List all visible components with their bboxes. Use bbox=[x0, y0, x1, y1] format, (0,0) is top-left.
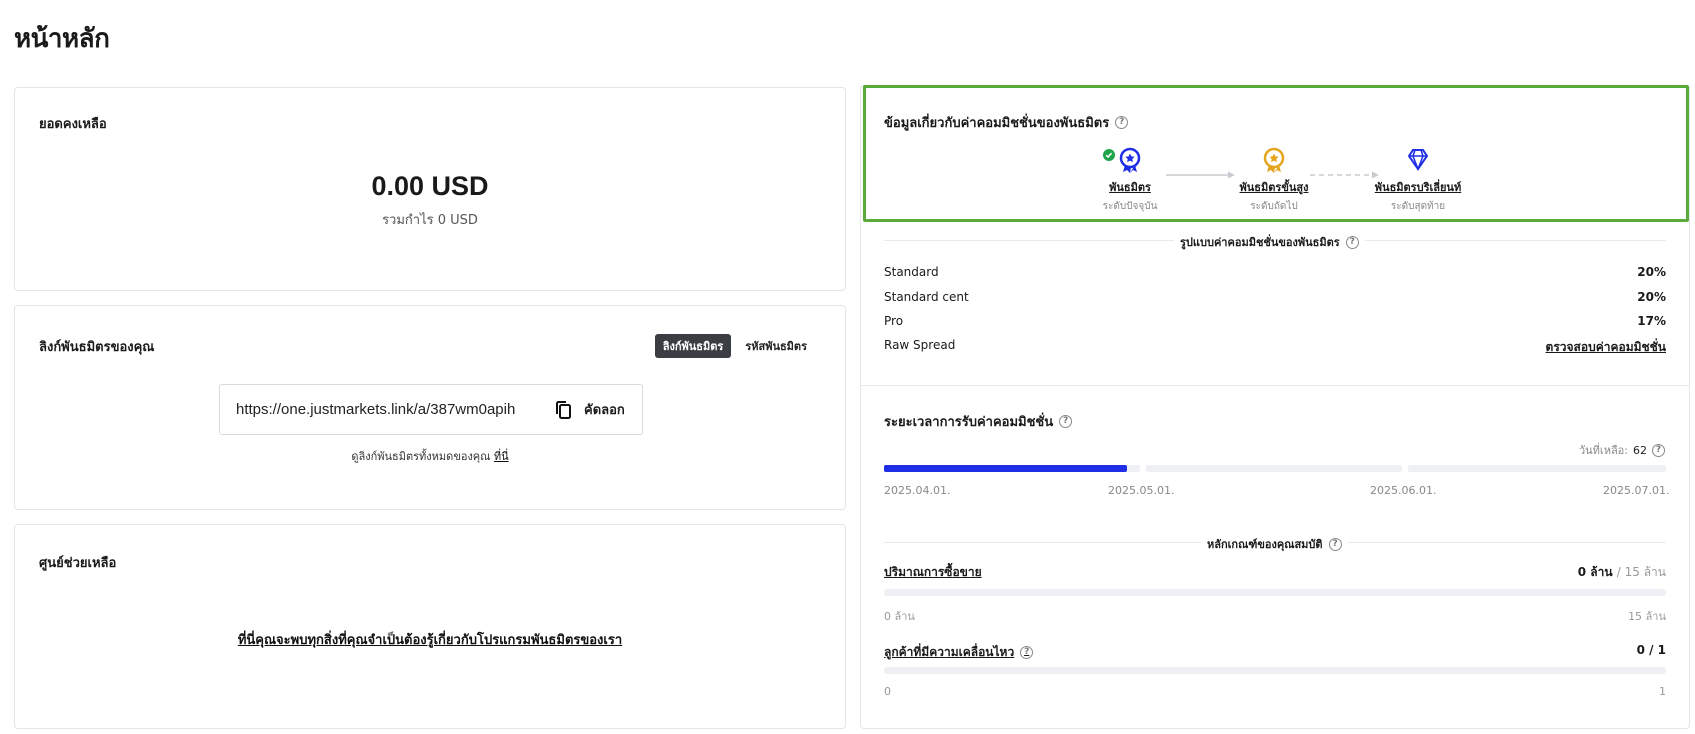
rate-row: Standard 20% bbox=[884, 265, 1666, 279]
copy-icon[interactable] bbox=[554, 400, 574, 420]
period-date: 2025.04.01. bbox=[884, 484, 951, 497]
scale-min: 0 ล้าน bbox=[884, 610, 915, 623]
help-icon[interactable]: ? bbox=[1020, 646, 1034, 659]
commission-period-title: ระยะเวลาการรับค่าคอมมิชชั่น bbox=[884, 415, 1054, 430]
days-remaining-value: 62 bbox=[1633, 443, 1647, 457]
active-clients-name[interactable]: ลูกค้าที่มีความเคลื่อนไหว bbox=[884, 643, 1014, 662]
copy-button[interactable]: คัดลอก bbox=[584, 399, 625, 420]
balance-title: ยอดคงเหลือ bbox=[39, 117, 107, 132]
active-clients-bar bbox=[884, 667, 1666, 674]
help-icon[interactable]: ? bbox=[1345, 235, 1359, 249]
page-title: หน้าหลัก bbox=[14, 24, 110, 54]
rate-value: 20% bbox=[1637, 265, 1666, 279]
help-center-card: ศูนย์ช่วยเหลือ ที่นี่คุณจะพบทุกสิ่งที่คุ… bbox=[14, 524, 846, 729]
period-segment-3 bbox=[1408, 465, 1666, 472]
rate-name: Pro bbox=[884, 314, 904, 328]
tier-status: ระดับสุดท้าย bbox=[1390, 201, 1446, 212]
commission-period-heading: ระยะเวลาการรับค่าคอมมิชชั่น ? bbox=[884, 411, 1073, 432]
trading-volume-current: 0 ล้าน bbox=[1577, 565, 1613, 579]
help-icon[interactable]: ? bbox=[1059, 415, 1073, 428]
trading-volume-label[interactable]: ปริมาณการซื้อขาย bbox=[884, 563, 982, 582]
affiliate-link-url[interactable]: https://one.justmarkets.link/a/387wm0api… bbox=[236, 401, 554, 418]
period-progress-fill bbox=[884, 465, 1128, 472]
tier-status: ระดับถัดไป bbox=[1250, 201, 1298, 212]
rate-name: Raw Spread bbox=[884, 338, 956, 352]
days-remaining: วันที่เหลือ: 62 ? bbox=[1579, 441, 1665, 459]
check-icon bbox=[1103, 146, 1115, 165]
medal-icon bbox=[1116, 146, 1144, 174]
section-divider bbox=[861, 385, 1689, 386]
link-type-toggle: ลิงก์พันธมิตร รหัสพันธมิตร bbox=[654, 334, 815, 358]
all-links-link[interactable]: ที่นี่ bbox=[494, 450, 509, 463]
rate-row: Raw Spread ตรวจสอบค่าคอมมิชชั่น bbox=[884, 338, 1666, 357]
active-clients-row: ลูกค้าที่มีความเคลื่อนไหว ? 0 / 1 bbox=[884, 643, 1666, 662]
tier-status: ระดับปัจจุบัน bbox=[1102, 201, 1158, 212]
trading-volume-bar bbox=[884, 589, 1666, 596]
affiliate-link-card: ลิงก์พันธมิตรของคุณ ลิงก์พันธมิตร รหัสพั… bbox=[14, 305, 846, 510]
rate-name: Standard cent bbox=[884, 290, 969, 304]
criteria-title: หลักเกณฑ์ของคุณสมบัติ bbox=[1207, 538, 1323, 551]
check-commission-link[interactable]: ตรวจสอบค่าคอมมิชชั่น bbox=[1546, 338, 1666, 357]
help-icon[interactable]: ? bbox=[1115, 116, 1129, 129]
rate-name: Standard bbox=[884, 265, 939, 279]
help-center-title: ศูนย์ช่วยเหลือ bbox=[39, 556, 117, 571]
scale-max: 15 ล้าน bbox=[1628, 610, 1666, 623]
trading-volume-row: ปริมาณการซื้อขาย 0 ล้าน / 15 ล้าน bbox=[884, 563, 1666, 582]
help-icon[interactable]: ? bbox=[1652, 443, 1665, 457]
tab-affiliate-code[interactable]: รหัสพันธมิตร bbox=[737, 334, 815, 358]
scale-max: 1 bbox=[1659, 685, 1666, 698]
total-profit: รวมกำไร 0 USD bbox=[382, 213, 478, 228]
active-clients-label: ลูกค้าที่มีความเคลื่อนไหว ? bbox=[884, 643, 1034, 662]
tab-affiliate-link[interactable]: ลิงก์พันธมิตร bbox=[654, 334, 732, 358]
active-clients-scale: 0 1 bbox=[884, 685, 1666, 698]
rate-value: 17% bbox=[1637, 314, 1666, 328]
trading-volume-value: 0 ล้าน / 15 ล้าน bbox=[1578, 563, 1666, 582]
balance-amount: 0.00 USD bbox=[371, 171, 489, 201]
rates-title: รูปแบบค่าคอมมิชชั่นของพันธมิตร bbox=[1180, 236, 1340, 249]
active-clients-value: 0 / 1 bbox=[1636, 643, 1666, 657]
all-links-text: ดูลิงก์พันธมิตรทั้งหมดของคุณ bbox=[351, 450, 491, 463]
period-segment-1 bbox=[884, 465, 1140, 472]
period-date: 2025.05.01. bbox=[1108, 484, 1175, 497]
criteria-heading: หลักเกณฑ์ของคุณสมบัติ ? bbox=[1201, 535, 1348, 553]
all-links-note: ดูลิงก์พันธมิตรทั้งหมดของคุณ ที่นี่ bbox=[15, 447, 845, 465]
rate-value: 20% bbox=[1637, 290, 1666, 304]
tier-name: พันธมิตรบริเลี่ยนท์ bbox=[1374, 181, 1462, 194]
period-date: 2025.07.01. bbox=[1603, 484, 1670, 497]
period-date: 2025.06.01. bbox=[1370, 484, 1437, 497]
help-icon[interactable]: ? bbox=[1328, 537, 1342, 551]
gold-medal-icon bbox=[1260, 146, 1288, 174]
help-center-link[interactable]: ที่นี่คุณจะพบทุกสิ่งที่คุณจำเป็นต้องรู้เ… bbox=[15, 629, 845, 650]
rate-row: Standard cent 20% bbox=[884, 290, 1666, 304]
commission-info-title: ข้อมูลเกี่ยวกับค่าคอมมิชชั่นของพันธมิตร … bbox=[884, 112, 1129, 133]
diamond-icon bbox=[1404, 146, 1432, 174]
commission-info-label: ข้อมูลเกี่ยวกับค่าคอมมิชชั่นของพันธมิตร bbox=[884, 116, 1110, 131]
affiliate-link-title: ลิงก์พันธมิตรของคุณ bbox=[39, 340, 155, 355]
trading-volume-target: / 15 ล้าน bbox=[1616, 565, 1666, 579]
trading-volume-scale: 0 ล้าน 15 ล้าน bbox=[884, 607, 1666, 625]
days-remaining-label: วันที่เหลือ: bbox=[1578, 444, 1628, 457]
balance-card: ยอดคงเหลือ 0.00 USD รวมกำไร 0 USD bbox=[14, 87, 846, 291]
rates-heading: รูปแบบค่าคอมมิชชั่นของพันธมิตร ? bbox=[1174, 233, 1365, 251]
rate-row: Pro 17% bbox=[884, 314, 1666, 328]
tier-brilliant[interactable]: พันธมิตรบริเลี่ยนท์ ระดับสุดท้าย bbox=[1348, 146, 1488, 214]
affiliate-link-field[interactable]: https://one.justmarkets.link/a/387wm0api… bbox=[219, 384, 643, 435]
period-segment-2 bbox=[1146, 465, 1402, 472]
scale-min: 0 bbox=[884, 685, 891, 698]
